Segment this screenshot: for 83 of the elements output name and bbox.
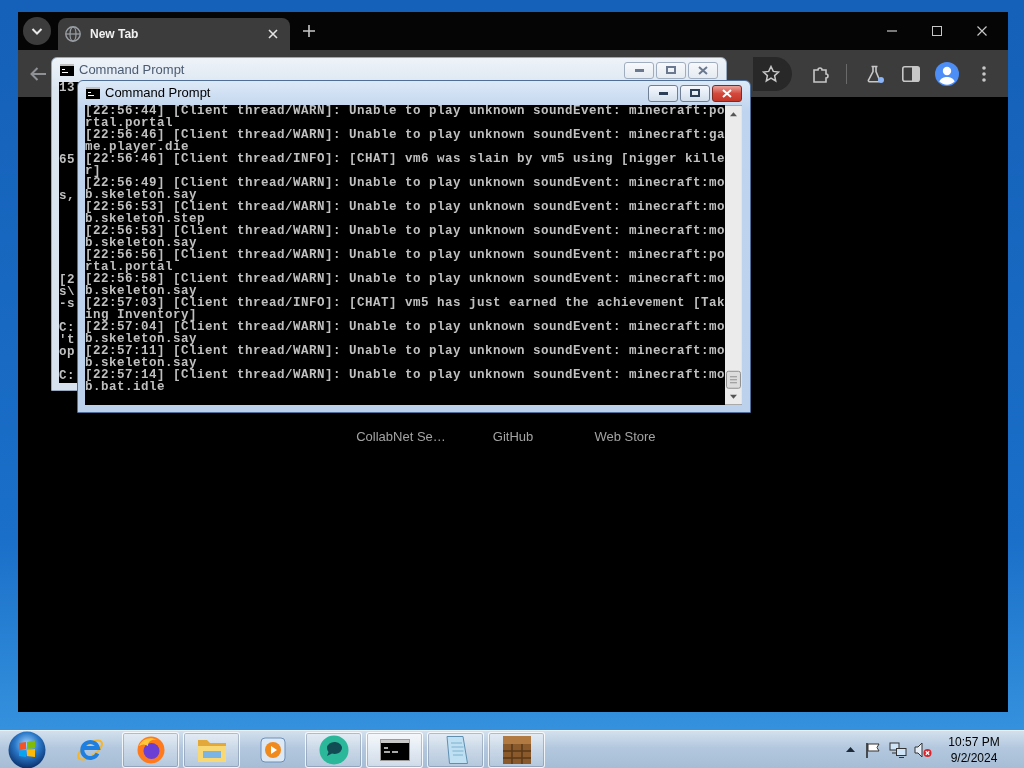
console-line: b.skeleton.say <box>85 333 198 345</box>
console-line: [22:56:46] [Client thread/INFO]: [CHAT] vm6 was slain by vm5 using [nigger kille <box>85 153 726 165</box>
console-line: [22:57:03] [Client thread/INFO]: [CHAT] vm5 has just earned the achievement [Tak <box>85 297 726 309</box>
minimize-button[interactable] <box>648 84 678 102</box>
sidebar-icon[interactable] <box>902 65 920 82</box>
taskbar-button[interactable] <box>305 731 362 768</box>
window-title: Command Prompt <box>79 61 185 80</box>
close-icon[interactable] <box>976 26 987 36</box>
plus-icon[interactable] <box>303 25 315 37</box>
console-line: [22:56:56] [Client thread/WARN]: Unable to play unknown soundEvent: minecraft:po <box>85 249 726 261</box>
console-line: b.skeleton.step <box>85 213 206 225</box>
taskbar-button[interactable] <box>366 731 423 768</box>
minimize-icon <box>634 68 644 72</box>
scrollbar[interactable] <box>725 105 742 405</box>
speaker-muted-icon[interactable] <box>914 741 932 758</box>
console-line: me.player.die <box>85 141 190 153</box>
maximize-icon <box>666 66 676 74</box>
console-line: s\ <box>59 286 75 298</box>
crate-icon[interactable] <box>501 734 532 765</box>
console-line: C: <box>59 370 75 382</box>
star-icon[interactable] <box>762 64 780 83</box>
console-line: 65 <box>59 154 75 166</box>
start-orb-icon[interactable] <box>8 730 46 768</box>
browser-tab[interactable]: New Tab <box>58 18 290 50</box>
console-line: r] <box>85 165 101 177</box>
console-line: [22:57:14] [Client thread/WARN]: Unable to play unknown soundEvent: minecraft:mo <box>85 369 726 381</box>
console-line: [2 <box>59 274 75 286</box>
globe-flame-icon[interactable] <box>135 734 166 765</box>
globe-icon <box>65 26 81 42</box>
console-line: op <box>59 346 75 358</box>
flask-icon[interactable] <box>866 64 884 83</box>
chat-bubble-icon[interactable] <box>318 734 349 765</box>
console-line: rtal.portal <box>85 261 173 273</box>
console-line: -s <box>59 298 75 310</box>
minimize-icon <box>658 91 668 95</box>
maximize-icon <box>690 89 700 97</box>
console-icon <box>86 87 100 99</box>
profile-avatar-icon[interactable] <box>935 61 959 86</box>
shortcut-label[interactable]: Web Store <box>594 429 656 444</box>
maximize-button[interactable] <box>680 84 710 102</box>
console-line: [22:56:49] [Client thread/WARN]: Unable to play unknown soundEvent: minecraft:mo <box>85 177 726 189</box>
address-bar[interactable] <box>753 56 792 91</box>
back-arrow-icon[interactable] <box>30 66 46 81</box>
minimize-icon[interactable] <box>886 30 897 32</box>
console-line: C: <box>59 322 75 334</box>
console-line: [22:56:58] [Client thread/WARN]: Unable to play unknown soundEvent: minecraft:mo <box>85 273 726 285</box>
console-line: [22:57:04] [Client thread/WARN]: Unable to play unknown soundEvent: minecraft:mo <box>85 321 726 333</box>
close-icon[interactable] <box>268 29 278 39</box>
caret-up-icon[interactable] <box>846 747 855 752</box>
shortcut-label[interactable]: CollabNet Se… <box>356 429 446 444</box>
console-line: [22:56:46] [Client thread/WARN]: Unable to play unknown soundEvent: minecraft:ga <box>85 129 726 141</box>
console-line: 't <box>59 334 75 346</box>
console-line: b.skeleton.say <box>85 237 198 249</box>
console-line: b.skeleton.say <box>85 357 198 369</box>
console-line: ing Inventory] <box>85 309 198 321</box>
clock-date: 9/2/2024 <box>950 749 998 766</box>
shortcut-label[interactable]: GitHub <box>492 429 534 444</box>
console-line: rtal.portal <box>85 117 173 129</box>
console-line: [22:56:53] [Client thread/WARN]: Unable to play unknown soundEvent: minecraft:mo <box>85 201 726 213</box>
network-icon[interactable] <box>889 741 907 758</box>
maximize-icon[interactable] <box>931 26 942 36</box>
console-line: b.skeleton.say <box>85 285 198 297</box>
kebab-menu-icon[interactable] <box>982 65 986 82</box>
console-icon <box>60 64 74 76</box>
close-button[interactable] <box>688 61 718 79</box>
close-button[interactable] <box>712 84 742 102</box>
chevron-down-icon[interactable] <box>23 17 51 45</box>
close-icon <box>698 65 708 75</box>
console-line: b.skeleton.say <box>85 189 198 201</box>
console-icon[interactable] <box>379 738 410 761</box>
console-line: s, <box>59 190 75 202</box>
taskbar-button[interactable] <box>488 731 545 768</box>
console-line: [22:56:53] [Client thread/WARN]: Unable to play unknown soundEvent: minecraft:mo <box>85 225 726 237</box>
console-line: [22:56:44] [Client thread/WARN]: Unable to play unknown soundEvent: minecraft:po <box>85 105 726 117</box>
window-title: Command Prompt <box>105 84 211 103</box>
console-line: 13 <box>59 82 75 94</box>
console-line: [22:57:11] [Client thread/WARN]: Unable to play unknown soundEvent: minecraft:mo <box>85 345 726 357</box>
taskbar-button[interactable] <box>122 731 179 768</box>
close-icon <box>722 88 732 98</box>
puzzle-icon[interactable] <box>813 64 831 83</box>
console-line: b.bat.idle <box>85 381 165 393</box>
flag-icon[interactable] <box>865 741 881 758</box>
clock-time: 10:57 PM <box>948 733 1000 750</box>
